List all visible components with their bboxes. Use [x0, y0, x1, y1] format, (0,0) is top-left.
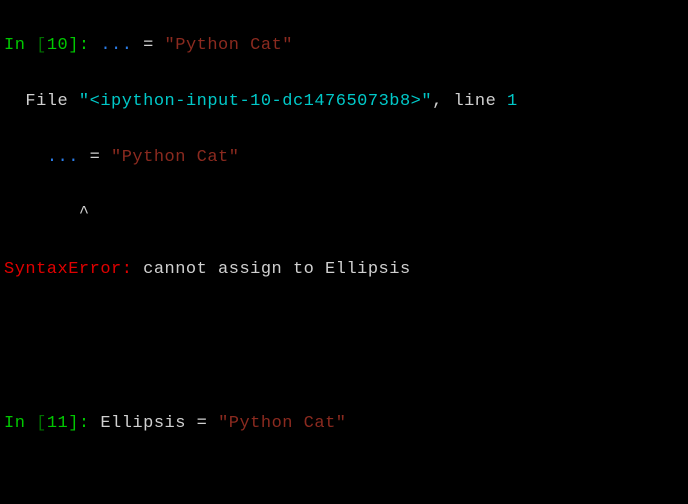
identifier: Ellipsis — [100, 414, 196, 433]
ellipsis-literal: ... — [100, 36, 132, 55]
in-line-10: In [10]: ... = "Python Cat" — [4, 32, 684, 60]
prompt-number: 10 — [47, 36, 68, 55]
traceback-file-line: File "<ipython-input-10-dc14765073b8>", … — [4, 88, 684, 116]
ipython-terminal[interactable]: In [10]: ... = "Python Cat" File "<ipyth… — [0, 0, 688, 504]
traceback-caret-line: ^ — [4, 200, 684, 228]
error-name: SyntaxError: — [4, 260, 132, 279]
traceback-lineno: 1 — [507, 92, 518, 111]
bracket-open: [ — [36, 36, 47, 55]
bracket-close: ]: — [68, 36, 100, 55]
in-prompt: In — [4, 36, 36, 55]
traceback-filename: "<ipython-input-10-dc14765073b8>" — [79, 92, 432, 111]
in-line-11: In [11]: Ellipsis = "Python Cat" — [4, 410, 684, 438]
equals-op: = — [132, 36, 164, 55]
error-line: SyntaxError: cannot assign to Ellipsis — [4, 256, 684, 284]
error-message: cannot assign to Ellipsis — [132, 260, 410, 279]
traceback-echo-line: ... = "Python Cat" — [4, 144, 684, 172]
string-literal: "Python Cat" — [165, 36, 293, 55]
